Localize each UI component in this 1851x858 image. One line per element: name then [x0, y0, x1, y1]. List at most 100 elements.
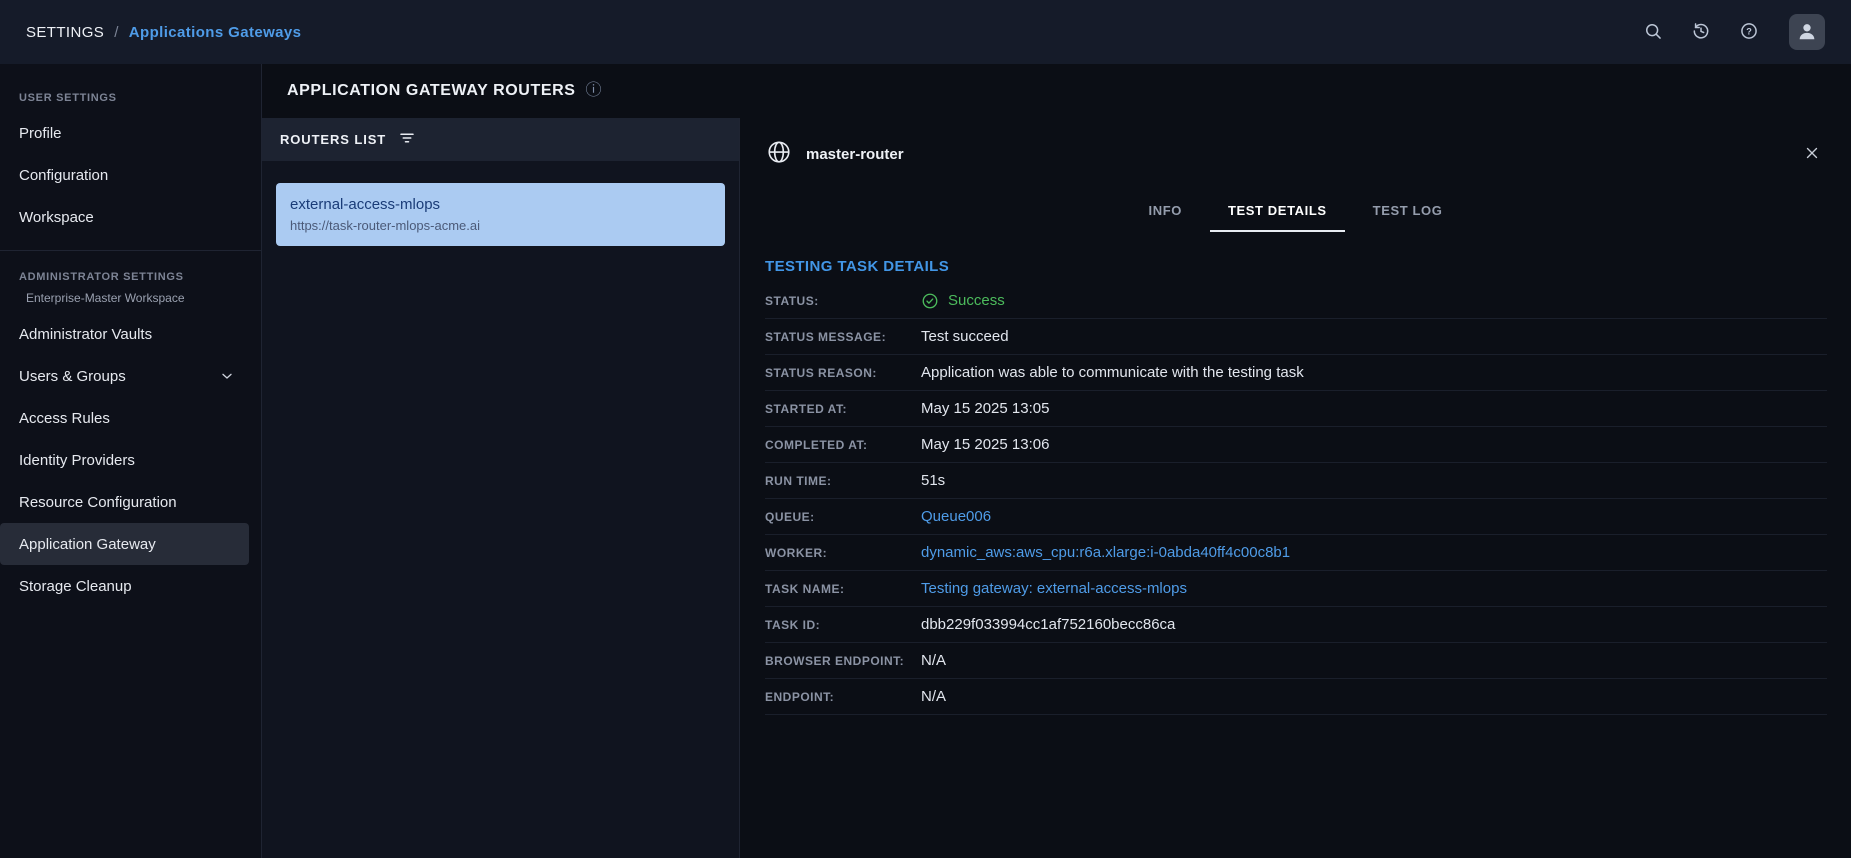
row-label: STARTED AT:: [765, 402, 921, 416]
sidebar-item-resource-configuration[interactable]: Resource Configuration: [0, 481, 261, 523]
settings-sidebar: USER SETTINGS Profile Configuration Work…: [0, 64, 262, 858]
history-icon: [1691, 21, 1711, 44]
detail-row-status: STATUS: Success: [765, 283, 1827, 319]
routers-list-header: ROUTERS LIST: [262, 118, 739, 161]
search-icon: [1643, 21, 1663, 44]
row-value: N/A: [921, 652, 946, 669]
admin-settings-label: ADMINISTRATOR SETTINGS: [0, 261, 261, 291]
app-body: USER SETTINGS Profile Configuration Work…: [0, 64, 1851, 858]
sidebar-item-label: Identity Providers: [19, 452, 135, 469]
globe-icon: [766, 139, 792, 170]
status-badge: Success: [921, 292, 1005, 310]
sidebar-item-users-groups[interactable]: Users & Groups: [0, 355, 261, 397]
detail-row-run-time: RUN TIME: 51s: [765, 463, 1827, 499]
svg-text:?: ?: [1746, 26, 1752, 36]
row-value: Test succeed: [921, 328, 1009, 345]
row-label: QUEUE:: [765, 510, 921, 524]
row-label: STATUS:: [765, 294, 921, 308]
tab-test-log[interactable]: TEST LOG: [1355, 190, 1461, 232]
row-label: TASK ID:: [765, 618, 921, 632]
task-name-link[interactable]: Testing gateway: external-access-mlops: [921, 580, 1187, 597]
row-label: COMPLETED AT:: [765, 438, 921, 452]
user-icon: [1796, 20, 1818, 45]
page-header: APPLICATION GATEWAY ROUTERS ⓘ: [262, 64, 1851, 118]
detail-row-task-id: TASK ID: dbb229f033994cc1af752160becc86c…: [765, 607, 1827, 643]
breadcrumb-separator: /: [114, 24, 119, 41]
detail-header: master-router: [740, 118, 1851, 190]
detail-row-status-message: STATUS MESSAGE: Test succeed: [765, 319, 1827, 355]
topbar-actions: ?: [1641, 14, 1825, 50]
filter-icon[interactable]: [398, 129, 416, 150]
row-value: 51s: [921, 472, 945, 489]
help-icon: ?: [1739, 21, 1759, 44]
queue-link[interactable]: Queue006: [921, 508, 991, 525]
sidebar-item-label: Application Gateway: [19, 536, 156, 553]
sidebar-item-label: Profile: [19, 125, 62, 142]
info-icon[interactable]: ⓘ: [586, 83, 602, 99]
row-label: TASK NAME:: [765, 582, 921, 596]
search-button[interactable]: [1641, 20, 1665, 44]
row-label: STATUS REASON:: [765, 366, 921, 380]
sidebar-item-identity-providers[interactable]: Identity Providers: [0, 439, 261, 481]
routers-list-title: ROUTERS LIST: [280, 132, 386, 147]
chevron-down-icon: [219, 368, 235, 384]
sidebar-item-storage-cleanup[interactable]: Storage Cleanup: [0, 565, 261, 607]
detail-row-completed-at: COMPLETED AT: May 15 2025 13:06: [765, 427, 1827, 463]
breadcrumb-current: Applications Gateways: [129, 24, 302, 41]
router-name: external-access-mlops: [290, 196, 711, 213]
worker-link[interactable]: dynamic_aws:aws_cpu:r6a.xlarge:i-0abda40…: [921, 544, 1290, 561]
history-button[interactable]: [1689, 20, 1713, 44]
admin-workspace-name: Enterprise-Master Workspace: [0, 291, 261, 313]
sidebar-item-label: Administrator Vaults: [19, 326, 152, 343]
tab-info[interactable]: INFO: [1131, 190, 1200, 232]
detail-row-task-name: TASK NAME: Testing gateway: external-acc…: [765, 571, 1827, 607]
sidebar-item-label: Workspace: [19, 209, 94, 226]
help-button[interactable]: ?: [1737, 20, 1761, 44]
row-label: WORKER:: [765, 546, 921, 560]
detail-body: TESTING TASK DETAILS STATUS:: [740, 232, 1851, 715]
detail-row-browser-endpoint: BROWSER ENDPOINT: N/A: [765, 643, 1827, 679]
sidebar-item-label: Storage Cleanup: [19, 578, 132, 595]
router-list-item[interactable]: external-access-mlops https://task-route…: [276, 183, 725, 246]
detail-rows: STATUS: Success: [765, 283, 1827, 715]
row-label: STATUS MESSAGE:: [765, 330, 921, 344]
panes: ROUTERS LIST external-access-mlops: [262, 118, 1851, 858]
sidebar-item-administrator-vaults[interactable]: Administrator Vaults: [0, 313, 261, 355]
detail-tabs: INFO TEST DETAILS TEST LOG: [740, 190, 1851, 232]
sidebar-item-access-rules[interactable]: Access Rules: [0, 397, 261, 439]
user-avatar[interactable]: [1789, 14, 1825, 50]
close-button[interactable]: [1799, 141, 1825, 167]
router-detail-pane: master-router INFO TEST DETAILS: [740, 118, 1851, 858]
sidebar-item-label: Access Rules: [19, 410, 110, 427]
row-label: ENDPOINT:: [765, 690, 921, 704]
tab-test-details[interactable]: TEST DETAILS: [1210, 190, 1345, 232]
breadcrumb: SETTINGS / Applications Gateways: [26, 24, 301, 41]
topbar: SETTINGS / Applications Gateways: [0, 0, 1851, 64]
row-value: Application was able to communicate with…: [921, 364, 1304, 381]
app-root: SETTINGS / Applications Gateways: [0, 0, 1851, 858]
row-value: dbb229f033994cc1af752160becc86ca: [921, 616, 1175, 633]
routers-list-pane: ROUTERS LIST external-access-mlops: [262, 118, 740, 858]
router-detail-title: master-router: [806, 146, 904, 163]
sidebar-item-label: Resource Configuration: [19, 494, 177, 511]
detail-row-status-reason: STATUS REASON: Application was able to c…: [765, 355, 1827, 391]
status-text: Success: [948, 292, 1005, 309]
close-icon: [1803, 144, 1821, 165]
sidebar-item-label: Users & Groups: [19, 368, 126, 385]
sidebar-item-workspace[interactable]: Workspace: [0, 196, 261, 238]
router-url: https://task-router-mlops-acme.ai: [290, 218, 711, 233]
sidebar-item-profile[interactable]: Profile: [0, 112, 261, 154]
row-label: BROWSER ENDPOINT:: [765, 654, 921, 668]
user-settings-label: USER SETTINGS: [0, 82, 261, 112]
detail-row-queue: QUEUE: Queue006: [765, 499, 1827, 535]
row-value: May 15 2025 13:06: [921, 436, 1049, 453]
breadcrumb-settings[interactable]: SETTINGS: [26, 24, 104, 41]
routers-items: external-access-mlops https://task-route…: [262, 161, 739, 268]
row-label: RUN TIME:: [765, 474, 921, 488]
main-content: APPLICATION GATEWAY ROUTERS ⓘ ROUTERS LI…: [262, 64, 1851, 858]
row-value: May 15 2025 13:05: [921, 400, 1049, 417]
sidebar-item-configuration[interactable]: Configuration: [0, 154, 261, 196]
sidebar-divider: [0, 250, 261, 251]
sidebar-item-application-gateway[interactable]: Application Gateway: [0, 523, 249, 565]
detail-row-worker: WORKER: dynamic_aws:aws_cpu:r6a.xlarge:i…: [765, 535, 1827, 571]
